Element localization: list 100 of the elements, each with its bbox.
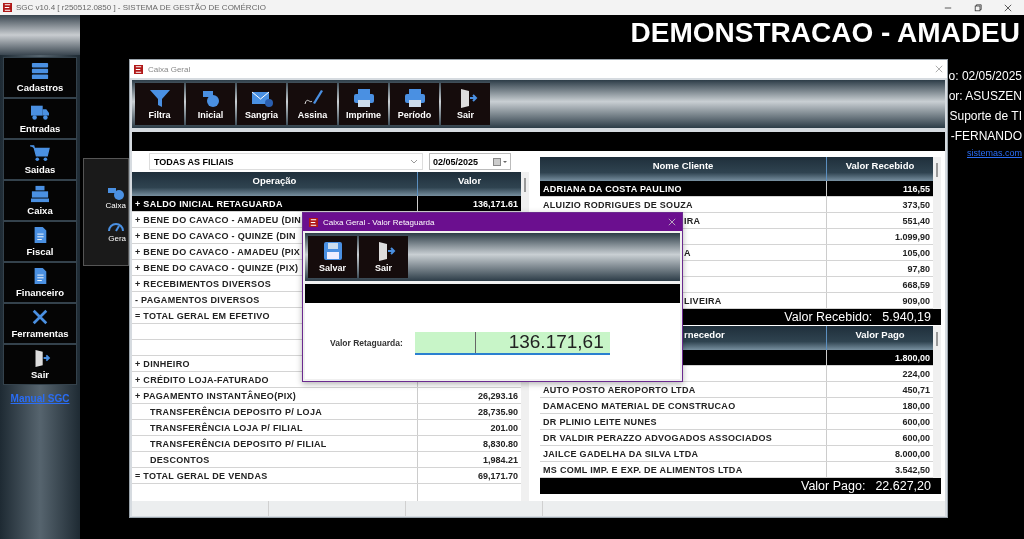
table-cell: 600,00 [902, 416, 930, 427]
table-cell: 97,80 [907, 263, 930, 274]
table-cell: + BENE DO CAVACO - QUINZE (DIN [135, 230, 296, 241]
table-cell: 105,00 [902, 247, 930, 258]
table-cell: + RECEBIMENTOS DIVERSOS [135, 278, 271, 289]
submenu-item[interactable]: Gera [106, 218, 128, 243]
app-logo-icon [3, 3, 12, 12]
table-cell: MS COML IMP. E EXP. DE ALIMENTOS LTDA [543, 464, 743, 475]
table-cell: 373,50 [902, 199, 930, 210]
calendar-icon [493, 157, 507, 166]
table-cell: DR PLINIO LEITE NUNES [543, 416, 657, 427]
toolbar-button[interactable]: Filtra [135, 83, 184, 125]
table-cell: 551,40 [902, 215, 930, 226]
table-cell: TRANSFERÊNCIA LOJA P/ FILIAL [150, 422, 303, 433]
toolbar-button[interactable]: Sair [359, 236, 408, 278]
table-cell: LIVEIRA [684, 295, 722, 306]
dialog-title: Caixa Geral - Valor Retaguarda [323, 217, 435, 227]
table-cell: + BENE DO CAVACO - QUINZE (PIX) [135, 262, 299, 273]
sidebar-button[interactable]: Fiscal [3, 221, 77, 262]
stack-icon [29, 62, 51, 80]
table-cell: ALUIZIO RODRIGUES DE SOUZA [543, 199, 693, 210]
column-header[interactable]: Nome Cliente [540, 157, 826, 181]
info-text: Suporte de TI [948, 108, 1022, 125]
funnel-icon [147, 88, 172, 108]
sidebar-button[interactable]: Cadastros [3, 57, 77, 98]
table-cell: 450,71 [902, 384, 930, 395]
table-cell: 1.099,90 [894, 231, 930, 242]
table-cell: ADRIANA DA COSTA PAULINO [543, 183, 682, 194]
table-cell: 3.542,50 [894, 464, 930, 475]
table-cell: TRANSFERÊNCIA DEPOSITO P/ FILIAL [150, 438, 327, 449]
restore-icon[interactable] [974, 3, 982, 12]
toolbar-button[interactable]: Assina [288, 83, 337, 125]
value-input[interactable]: 136.171,61 [414, 331, 610, 355]
table-cell: 136,171.61 [472, 198, 518, 209]
table-cell: DESCONTOS [150, 454, 210, 465]
toolbar-button[interactable]: Sair [441, 83, 490, 125]
table-cell: 600,00 [902, 432, 930, 443]
toolbar-button[interactable]: Período [390, 83, 439, 125]
sidebar-button[interactable]: Financeiro [3, 262, 77, 303]
column-header[interactable]: Operação [132, 172, 417, 196]
table-cell: 180,00 [902, 400, 930, 411]
table-cell: 69,171.70 [477, 470, 518, 481]
printer-icon [402, 88, 427, 108]
window-title: Caixa Geral [148, 64, 191, 74]
info-text: o: 02/05/2025 [947, 68, 1022, 85]
scrollbar[interactable] [933, 157, 941, 309]
window-logo-icon [309, 217, 318, 227]
table-cell: - PAGAMENTOS DIVERSOS [135, 294, 260, 305]
field-label: Valor Retaguarda: [330, 338, 403, 348]
toolbar-button[interactable]: Salvar [308, 236, 357, 278]
table-cell: TRANSFERÊNCIA DEPOSITO P/ LOJA [150, 406, 323, 417]
table-cell: 224,00 [902, 368, 930, 379]
table-cell: DAMACENO MATERIAL DE CONSTRUCAO [543, 400, 736, 411]
date-field[interactable]: 02/05/2025 [429, 153, 511, 170]
table-cell: A [684, 247, 691, 258]
table-cell: AUTO POSTO AEROPORTO LTDA [543, 384, 696, 395]
sidebar-button[interactable]: Caixa [3, 180, 77, 221]
table-cell: DR VALDIR PERAZZO ADVOGADOS ASSOCIADOS [543, 432, 773, 443]
close-icon[interactable] [1004, 3, 1012, 12]
table-cell: + SALDO INICIAL RETAGUARDA [135, 198, 283, 209]
scrollbar[interactable] [933, 326, 941, 478]
table-cell: = TOTAL GERAL DE VENDAS [135, 470, 268, 481]
total-label: Valor Pago: [801, 479, 866, 493]
table-cell: 28,735.90 [477, 406, 518, 417]
table-cell: IRA [684, 215, 701, 226]
table-cell: + PAGAMENTO INSTANTÂNEO(PIX) [135, 390, 297, 401]
toolbar-button[interactable]: Imprime [339, 83, 388, 125]
sidebar-button[interactable]: Sair [3, 344, 77, 385]
table-cell: = TOTAL GERAL EM EFETIVO [135, 310, 270, 321]
truck-icon [29, 103, 51, 121]
chevron-down-icon [410, 159, 418, 164]
website-link[interactable]: sistemas.com [945, 146, 1022, 160]
sidebar-button[interactable]: Entradas [3, 98, 77, 139]
company-title: DEMONSTRACAO - AMADEU [630, 17, 1020, 49]
table-cell: 909,00 [902, 295, 930, 306]
table-cell: + CRÉDITO LOJA-FATURADO [135, 374, 269, 385]
toolbar-button[interactable]: Sangria [237, 83, 286, 125]
info-text: -FERNANDO [949, 128, 1022, 145]
table-cell: + BENE DO CAVACO - AMADEU (DIN [135, 214, 302, 225]
table-cell: 116,55 [902, 183, 930, 194]
table-cell: 1,984.21 [482, 454, 518, 465]
total-value: 5.940,19 [882, 310, 931, 324]
total-value: 22.627,20 [875, 479, 931, 493]
cart-icon [29, 144, 51, 162]
table-cell: + DINHEIRO [135, 358, 190, 369]
branch-select[interactable]: TODAS AS FILIAIS [149, 153, 423, 170]
table-cell: 1.800,00 [894, 352, 930, 363]
table-cell: 26,293.16 [477, 390, 518, 401]
info-text: or: ASUSZEN [947, 88, 1022, 105]
sidebar-button[interactable]: Ferramentas [3, 303, 77, 344]
table-cell: 668,59 [902, 279, 930, 290]
table-cell: 8.000,00 [894, 448, 930, 459]
window-logo-icon [134, 64, 143, 74]
table-cell: 201.00 [490, 422, 518, 433]
sidebar-button[interactable]: Saidas [3, 139, 77, 180]
table-cell: 8,830.80 [482, 438, 518, 449]
submenu-item[interactable]: Caixa [105, 185, 128, 210]
register-icon [29, 185, 51, 203]
table-cell: + BENE DO CAVACO - AMADEU (PIX [135, 246, 301, 257]
toolbar-button[interactable]: Inicial [186, 83, 235, 125]
